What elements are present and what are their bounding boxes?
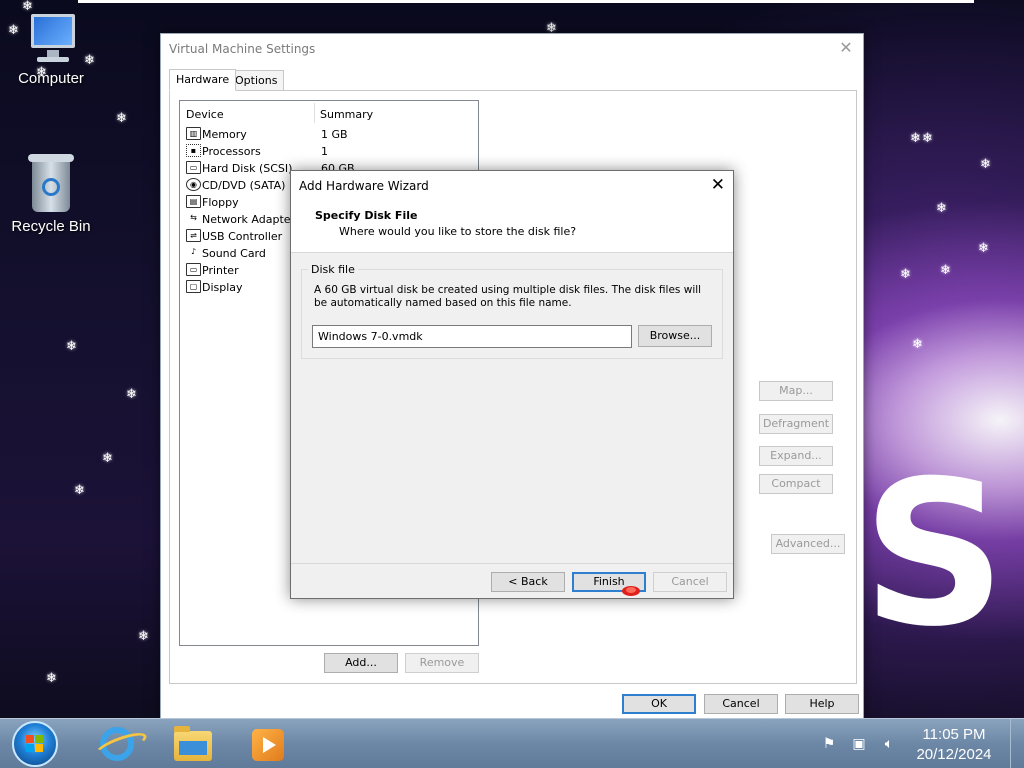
system-clock[interactable]: 11:05 PM 20/12/2024 — [914, 725, 994, 765]
device-summary: 1 — [321, 145, 328, 158]
close-icon[interactable]: ✕ — [835, 38, 857, 58]
cancel-button[interactable]: Cancel — [704, 694, 778, 714]
clock-date: 20/12/2024 — [916, 746, 992, 763]
close-icon[interactable]: ✕ — [711, 175, 725, 195]
add-device-button[interactable]: Add... — [324, 653, 398, 673]
taskbar-app-file-explorer[interactable] — [164, 723, 218, 765]
media-player-icon — [252, 729, 284, 761]
usb-icon: ⇌ — [186, 229, 201, 242]
disk-file-description: A 60 GB virtual disk be created using mu… — [314, 284, 702, 309]
taskbar-app-media-player[interactable] — [240, 723, 294, 765]
device-name: Display — [202, 281, 243, 294]
network-icon[interactable]: ▣ — [850, 735, 868, 753]
desktop-icon-label: Recycle Bin — [11, 218, 91, 235]
dialog-title: Add Hardware Wizard — [299, 179, 429, 193]
recycle-bin-icon — [28, 154, 74, 214]
ok-button[interactable]: OK — [622, 694, 696, 714]
desktop-icon-recycle-bin[interactable]: Recycle Bin — [6, 154, 96, 235]
help-button[interactable]: Help — [785, 694, 859, 714]
groupbox-label: Disk file — [308, 263, 358, 276]
device-name: Processors — [202, 145, 261, 158]
show-desktop-button[interactable] — [1010, 719, 1024, 768]
add-hardware-wizard-dialog: Add Hardware Wizard ✕ Specify Disk File … — [290, 170, 734, 599]
remove-device-button[interactable]: Remove — [405, 653, 479, 673]
wizard-header: Specify Disk File Where would you like t… — [291, 201, 733, 253]
wizard-cancel-button[interactable]: Cancel — [653, 572, 727, 592]
device-row-memory[interactable]: ▥ Memory 1 GB — [180, 126, 478, 143]
column-separator — [314, 103, 315, 123]
browse-button[interactable]: Browse... — [638, 325, 712, 347]
action-center-icon[interactable]: ⚑ — [820, 735, 838, 753]
dialog-titlebar: Add Hardware Wizard ✕ — [291, 171, 733, 201]
volume-icon[interactable]: 🔈︎ — [880, 735, 898, 753]
tab-hardware[interactable]: Hardware — [169, 69, 237, 91]
device-name: Memory — [202, 128, 247, 141]
cd-dvd-icon: ◉ — [186, 178, 201, 191]
wizard-heading: Specify Disk File — [315, 209, 418, 222]
taskbar-app-internet-explorer[interactable] — [88, 723, 142, 765]
floppy-icon: ▤ — [186, 195, 201, 208]
device-name: Printer — [202, 264, 239, 277]
footer-divider — [291, 563, 733, 564]
back-button[interactable]: < Back — [491, 572, 565, 592]
device-summary: 1 GB — [321, 128, 348, 141]
hard-disk-icon: ▭ — [186, 161, 201, 174]
sound-card-icon: ♪ — [190, 247, 197, 256]
map-button[interactable]: Map... — [759, 381, 833, 401]
memory-icon: ▥ — [186, 127, 201, 140]
device-name: Hard Disk (SCSI) — [202, 162, 293, 175]
disk-file-name-input[interactable] — [312, 325, 632, 348]
window-edge-strip — [78, 0, 974, 3]
defragment-button[interactable]: Defragment — [759, 414, 833, 434]
file-explorer-icon — [174, 726, 212, 761]
column-header-device[interactable]: Device — [186, 108, 224, 121]
processor-icon: ▪ — [186, 144, 201, 157]
compact-button[interactable]: Compact — [759, 474, 833, 494]
wizard-subheading: Where would you like to store the disk f… — [339, 225, 577, 238]
advanced-button[interactable]: Advanced... — [771, 534, 845, 554]
tab-options[interactable]: Options — [228, 70, 285, 91]
device-list-header: Device Summary — [180, 101, 478, 125]
display-icon: ▢ — [186, 280, 201, 293]
device-name: USB Controller — [202, 230, 283, 243]
desktop-icon-label: Computer — [18, 70, 84, 87]
device-name: Sound Card — [202, 247, 266, 260]
start-button[interactable] — [12, 721, 58, 767]
column-header-summary[interactable]: Summary — [320, 108, 373, 121]
click-cursor-icon — [622, 586, 640, 596]
windows-logo-icon — [26, 735, 44, 753]
wallpaper-letter: S — [862, 438, 1007, 671]
clock-time: 11:05 PM — [922, 726, 986, 743]
device-name: Floppy — [202, 196, 239, 209]
computer-icon — [23, 14, 79, 66]
window-title: Virtual Machine Settings — [169, 42, 316, 56]
network-adapter-icon: ⇆ — [190, 213, 197, 222]
internet-explorer-icon — [100, 727, 134, 761]
device-row-processors[interactable]: ▪ Processors 1 — [180, 143, 478, 160]
device-name: Network Adapter — [202, 213, 296, 226]
expand-button[interactable]: Expand... — [759, 446, 833, 466]
printer-icon: ▭ — [186, 263, 201, 276]
device-name: CD/DVD (SATA) — [202, 179, 286, 192]
desktop-icon-computer[interactable]: Computer — [6, 14, 96, 87]
taskbar: ⚑ ▣ 🔈︎ 11:05 PM 20/12/2024 — [0, 718, 1024, 768]
